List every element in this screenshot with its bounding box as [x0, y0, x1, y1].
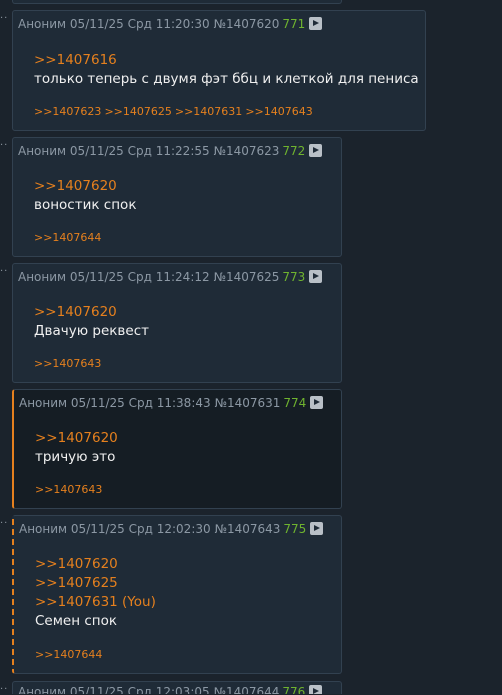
backlinks: >>1407643 [34, 357, 104, 370]
post-count: 771 [282, 17, 306, 31]
post-header: Аноним 05/11/25 Срд 12:03:05 №1407644 776 [18, 685, 323, 694]
backlinks: >>1407623 >>1407625 >>1407631 >>1407643 [34, 105, 316, 118]
reply-link[interactable]: >>1407625 [35, 574, 156, 593]
poster-name: Аноним [19, 396, 68, 410]
poster-name: Аноним [18, 144, 67, 158]
play-icon[interactable] [310, 396, 324, 409]
backlink[interactable]: >>1407643 [35, 483, 102, 496]
post-id-link[interactable]: №1407631 [214, 396, 280, 410]
post-datetime: 05/11/25 Срд 11:22:55 [69, 144, 210, 158]
backlink[interactable]: >>1407623 [34, 105, 101, 118]
post-body: >>1407620 >>1407625 >>1407631 (You) Семе… [35, 555, 156, 631]
post-datetime: 05/11/25 Срд 11:20:30 [69, 17, 210, 31]
post-text: воностик спок [34, 197, 137, 213]
backlinks: >>1407643 [35, 483, 105, 496]
poster-name: Аноним [18, 270, 67, 284]
backlink[interactable]: >>1407643 [34, 357, 101, 370]
post-handle[interactable]: ·· [0, 266, 8, 277]
play-icon[interactable] [310, 522, 324, 535]
backlink[interactable]: >>1407625 [104, 105, 171, 118]
post-datetime: 05/11/25 Срд 11:38:43 [70, 396, 211, 410]
reply-link[interactable]: >>1407616 [34, 51, 419, 70]
post-text: только теперь с двумя фэт ббц и клеткой … [34, 71, 419, 87]
post-body: >>1407620 Двачую реквест [34, 303, 149, 341]
post-1407644: Аноним 05/11/25 Срд 12:03:05 №1407644 776 [12, 681, 342, 694]
reply-link[interactable]: >>1407620 [35, 429, 118, 448]
backlink[interactable]: >>1407631 [175, 105, 242, 118]
backlink[interactable]: >>1407644 [35, 648, 102, 661]
post-text: Семен спок [35, 613, 118, 629]
post-count: 775 [283, 522, 307, 536]
post-body: >>1407616 только теперь с двумя фэт ббц … [34, 51, 419, 89]
post-header: Аноним 05/11/25 Срд 11:24:12 №1407625 773 [18, 270, 323, 284]
reply-link[interactable]: >>1407620 [34, 177, 136, 196]
post-body: >>1407620 тричую это [35, 429, 118, 467]
post-text: тричую это [35, 449, 116, 465]
post-id-link[interactable]: №1407625 [213, 270, 279, 284]
post-1407643: Аноним 05/11/25 Срд 12:02:30 №1407643 775… [12, 515, 342, 674]
backlinks: >>1407644 [35, 648, 105, 661]
post-header: Аноним 05/11/25 Срд 11:22:55 №1407623 772 [18, 144, 323, 158]
post-id-link[interactable]: №1407644 [213, 685, 279, 694]
post-1407625: Аноним 05/11/25 Срд 11:24:12 №1407625 773… [12, 263, 342, 383]
post-body: >>1407620 воностик спок [34, 177, 136, 215]
poster-name: Аноним [19, 522, 68, 536]
previous-post-fragment [12, 0, 342, 4]
play-icon[interactable] [309, 685, 323, 694]
post-count: 774 [283, 396, 307, 410]
post-id-link[interactable]: №1407620 [213, 17, 279, 31]
post-handle[interactable]: ·· [0, 13, 8, 24]
backlink[interactable]: >>1407643 [245, 105, 312, 118]
poster-name: Аноним [18, 685, 67, 694]
post-handle[interactable]: ·· [0, 518, 8, 529]
post-count: 772 [282, 144, 306, 158]
post-id-link[interactable]: №1407623 [213, 144, 279, 158]
play-icon[interactable] [309, 270, 323, 283]
post-handle[interactable]: ·· [0, 684, 8, 695]
reply-link[interactable]: >>1407620 [34, 303, 149, 322]
post-header: Аноним 05/11/25 Срд 12:02:30 №1407643 775 [19, 522, 324, 536]
reply-link[interactable]: >>1407620 [35, 555, 156, 574]
post-datetime: 05/11/25 Срд 11:24:12 [69, 270, 210, 284]
post-header: Аноним 05/11/25 Срд 11:38:43 №1407631 774 [19, 396, 324, 410]
reply-link[interactable]: >>1407631 (You) [35, 593, 156, 612]
post-count: 776 [282, 685, 306, 694]
post-id-link[interactable]: №1407643 [214, 522, 280, 536]
post-1407620: Аноним 05/11/25 Срд 11:20:30 №1407620 771… [12, 10, 426, 131]
post-1407623: Аноним 05/11/25 Срд 11:22:55 №1407623 772… [12, 137, 342, 257]
post-handle[interactable]: ·· [0, 140, 8, 151]
post-datetime: 05/11/25 Срд 12:03:05 [69, 685, 210, 694]
post-count: 773 [282, 270, 306, 284]
post-text: Двачую реквест [34, 323, 149, 339]
backlinks: >>1407644 [34, 231, 104, 244]
post-header: Аноним 05/11/25 Срд 11:20:30 №1407620 771 [18, 17, 323, 31]
poster-name: Аноним [18, 17, 67, 31]
post-1407631: Аноним 05/11/25 Срд 11:38:43 №1407631 774… [12, 389, 342, 509]
play-icon[interactable] [309, 17, 323, 30]
backlink[interactable]: >>1407644 [34, 231, 101, 244]
play-icon[interactable] [309, 144, 323, 157]
post-datetime: 05/11/25 Срд 12:02:30 [70, 522, 211, 536]
